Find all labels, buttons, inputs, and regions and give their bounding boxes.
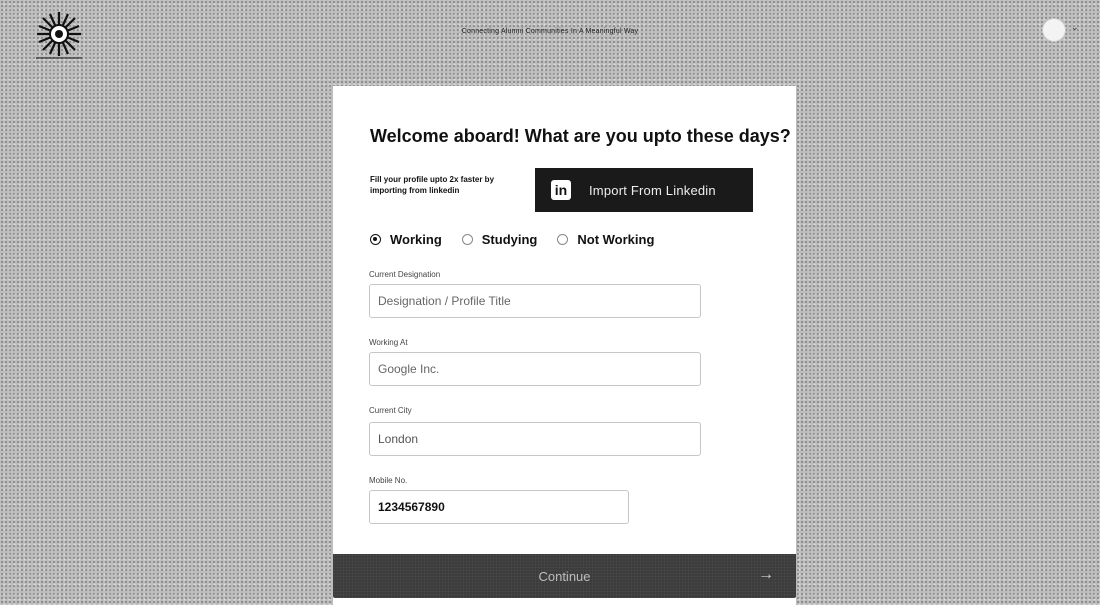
radio-unselected-icon[interactable] <box>557 234 569 245</box>
radio-working-label: Working <box>390 232 442 247</box>
continue-button[interactable]: Continue → <box>333 554 796 598</box>
continue-label: Continue <box>538 569 591 584</box>
city-label: Current City <box>369 406 412 415</box>
working-at-label: Working At <box>369 338 408 347</box>
import-linkedin-button[interactable]: in Import From Linkedin <box>535 168 753 212</box>
linkedin-icon: in <box>551 180 571 200</box>
arrow-right-icon: → <box>758 566 774 583</box>
mobile-input[interactable] <box>369 490 629 524</box>
radio-studying[interactable]: Studying <box>461 232 538 247</box>
radio-selected-icon[interactable] <box>370 234 381 245</box>
radio-working[interactable]: Working <box>370 232 442 247</box>
chevron-down-icon[interactable]: ⌄ <box>1071 22 1079 33</box>
page-title: Welcome aboard! What are you upto these … <box>370 126 791 146</box>
designation-input[interactable] <box>369 284 701 318</box>
status-radio-group: Working Studying Not Working <box>370 232 674 247</box>
user-avatar-icon[interactable] <box>1042 18 1066 42</box>
import-linkedin-label: Import From Linkedin <box>589 182 716 198</box>
working-at-input[interactable] <box>369 352 701 386</box>
mobile-label: Mobile No. <box>369 476 408 485</box>
onboarding-card: Welcome aboard! What are you upto these … <box>333 86 796 605</box>
tagline: Connecting Alumni Communities In A Meani… <box>461 28 639 35</box>
radio-not-working-label: Not Working <box>577 232 655 247</box>
import-hint: Fill your profile upto 2x faster by impo… <box>370 175 495 195</box>
city-input[interactable] <box>369 422 701 456</box>
designation-label: Current Designation <box>369 270 441 279</box>
radio-unselected-icon[interactable] <box>461 234 473 245</box>
top-bar: Connecting Alumni Communities In A Meani… <box>0 0 1100 64</box>
radio-not-working[interactable]: Not Working <box>557 232 654 247</box>
radio-studying-label: Studying <box>481 232 538 247</box>
